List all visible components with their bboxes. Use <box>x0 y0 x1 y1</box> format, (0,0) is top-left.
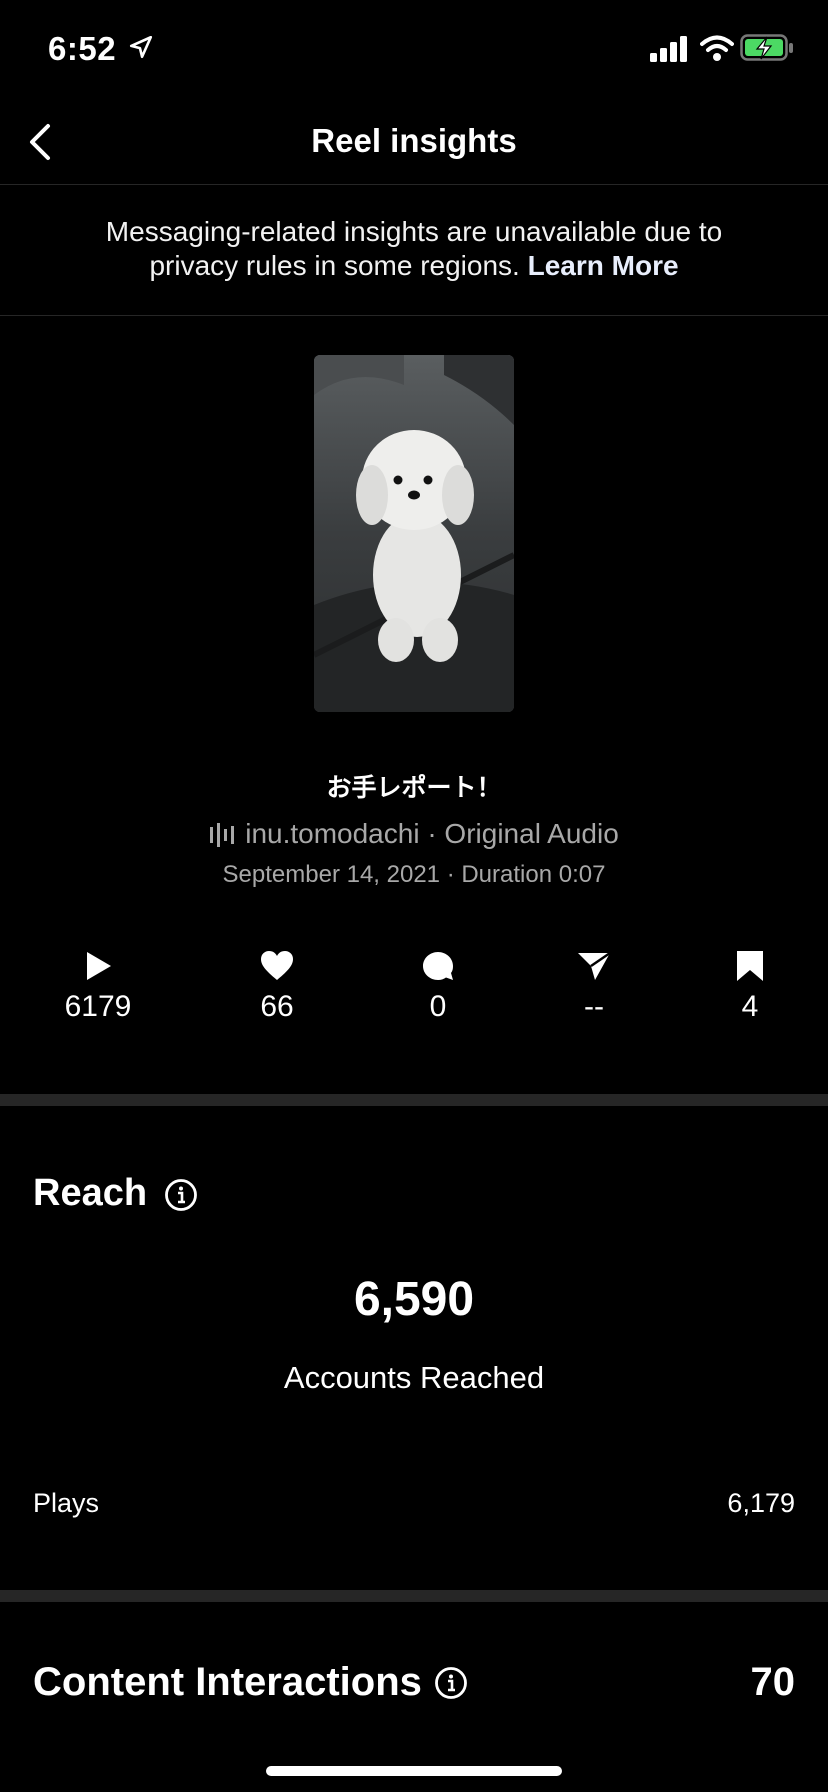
status-bar: 6:52 <box>0 0 828 100</box>
audio-label: inu.tomodachi · Original Audio <box>245 818 619 849</box>
content-interactions-value: 70 <box>750 1660 796 1704</box>
reel-caption: お手レポート！ <box>326 774 502 802</box>
location-arrow-icon <box>129 35 153 59</box>
stat-saves: 4 <box>690 950 810 1024</box>
battery-charging-icon <box>740 34 793 61</box>
wifi-icon <box>700 35 734 61</box>
stat-likes: 66 <box>217 950 337 1024</box>
cellular-signal-icon <box>650 36 687 62</box>
shares-count: -- <box>584 990 604 1023</box>
heart-icon <box>261 951 293 980</box>
plays-value: 6,179 <box>727 1488 795 1518</box>
info-icon[interactable] <box>434 1666 468 1700</box>
section-divider <box>0 1590 828 1602</box>
bookmark-icon <box>737 951 763 981</box>
content-interactions-heading: Content Interactions <box>33 1660 422 1704</box>
engagement-stats: 6179 66 0 -- 4 <box>0 950 828 1040</box>
stat-shares: -- <box>534 950 654 1024</box>
comments-count: 0 <box>429 990 447 1023</box>
share-paper-plane-icon <box>578 951 611 980</box>
home-indicator[interactable] <box>266 1766 562 1776</box>
saves-count: 4 <box>741 990 759 1023</box>
page-title: Reel insights <box>311 122 517 159</box>
stat-comments: 0 <box>378 950 498 1024</box>
status-time: 6:52 <box>48 30 117 67</box>
plays-count: 6179 <box>64 990 132 1023</box>
accounts-reached-label: Accounts Reached <box>283 1360 545 1395</box>
accounts-reached-value: 6,590 <box>353 1273 475 1326</box>
audio-attribution[interactable]: inu.tomodachi · Original Audio <box>0 818 828 850</box>
plays-label: Plays <box>33 1488 100 1518</box>
reach-heading: Reach <box>33 1172 148 1214</box>
dog-image <box>314 355 514 712</box>
reel-thumbnail[interactable] <box>314 355 514 712</box>
stat-plays: 6179 <box>38 950 158 1024</box>
privacy-notice: Messaging-related insights are unavailab… <box>0 185 828 316</box>
section-divider <box>0 1094 828 1106</box>
comment-icon <box>423 952 453 980</box>
likes-count: 66 <box>260 990 294 1023</box>
audio-waveform-icon <box>210 823 235 847</box>
play-icon <box>87 952 111 980</box>
learn-more-link[interactable]: Learn More <box>528 250 679 281</box>
nav-bar: Reel insights <box>0 100 828 185</box>
reel-date-duration: September 14, 2021 · Duration 0:07 <box>222 861 606 888</box>
info-icon[interactable] <box>164 1178 198 1212</box>
